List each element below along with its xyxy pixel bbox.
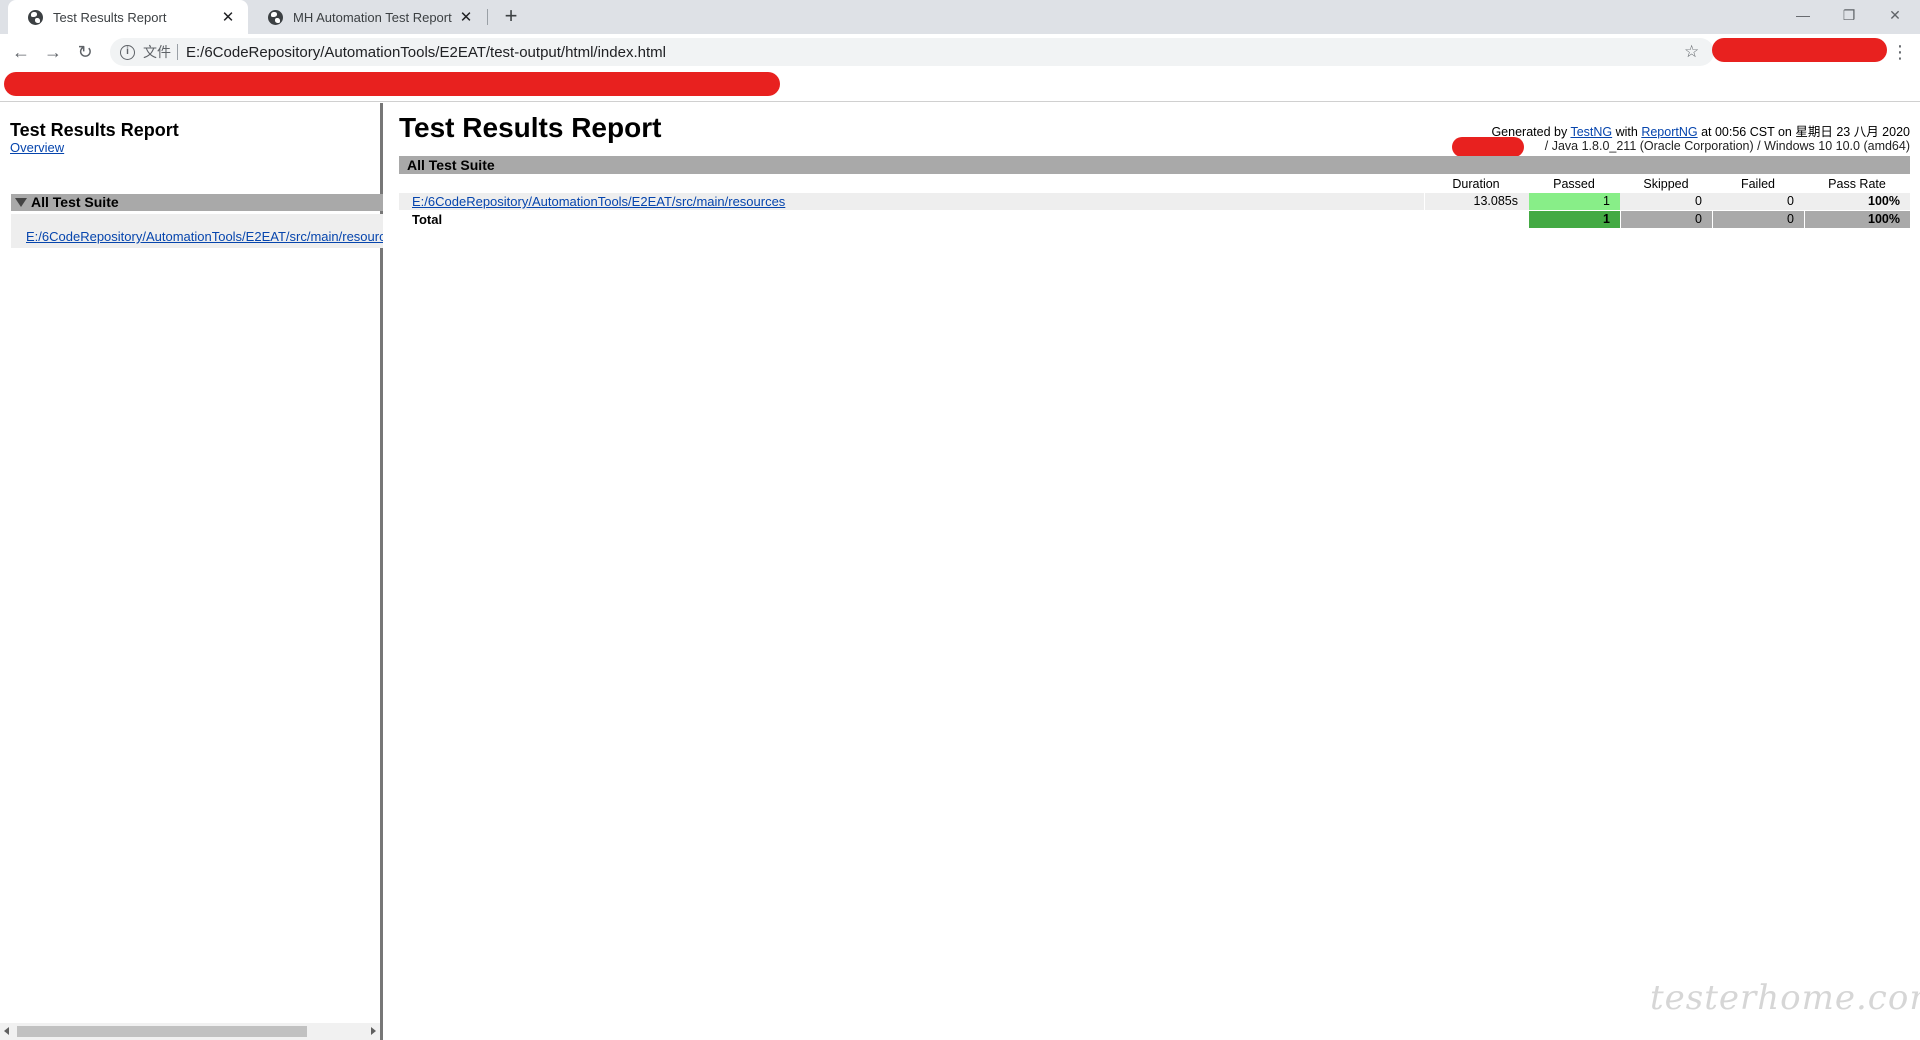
total-skipped-cell: 0 [1621,211,1712,228]
redaction-profile [1712,38,1887,62]
scrollbar-thumb[interactable] [17,1026,307,1037]
minimize-icon[interactable]: — [1780,0,1826,30]
restore-icon[interactable]: ❐ [1826,0,1872,30]
expand-triangle-icon[interactable] [15,198,27,207]
column-pass-rate: Pass Rate [1828,177,1886,191]
tab-strip: Test Results Report ✕ MH Automation Test… [0,0,1920,34]
skipped-cell: 0 [1621,193,1712,210]
tab-mh-automation-test-report[interactable]: MH Automation Test Report ✕ [248,0,486,34]
close-icon[interactable]: ✕ [458,8,474,26]
url-text[interactable]: E:/6CodeRepository/AutomationTools/E2EAT… [186,44,1684,61]
column-failed: Failed [1740,177,1776,191]
star-icon[interactable]: ☆ [1684,42,1708,62]
duration-cell: 13.085s [1424,193,1528,210]
column-passed: Passed [1553,177,1595,191]
generated-suffix: at 00:56 CST on 星期日 23 八月 2020 [1697,125,1910,139]
reportng-link[interactable]: ReportNG [1641,125,1697,139]
address-bar[interactable]: i 文件 E:/6CodeRepository/AutomationTools/… [110,38,1714,66]
horizontal-scrollbar[interactable] [0,1023,380,1040]
back-icon[interactable]: ← [8,39,34,65]
redaction-user [1452,137,1524,157]
reload-icon[interactable]: ↻ [72,39,98,65]
suite-item-link[interactable]: E:/6CodeRepository/AutomationTools/E2EAT… [26,229,383,244]
browser-toolbar: ← → ↻ i 文件 E:/6CodeRepository/Automation… [0,34,1920,70]
suite-name: All Test Suite [31,194,119,210]
with-text: with [1612,125,1642,139]
page-title: Test Results Report [399,112,662,143]
test-link[interactable]: E:/6CodeRepository/AutomationTools/E2EAT… [412,193,785,210]
new-tab-button[interactable]: + [498,4,524,30]
total-pass-rate-cell: 100% [1805,211,1910,228]
globe-icon [28,9,43,25]
total-failed-cell: 0 [1713,211,1804,228]
scheme-label: 文件 [143,44,171,60]
menu-icon[interactable]: ⋮ [1890,39,1910,65]
omnibox-divider [177,44,178,60]
tab-title: MH Automation Test Report [293,9,452,25]
suite-title-bar: All Test Suite [399,156,1910,174]
environment-info: / Java 1.8.0_211 (Oracle Corporation) / … [1544,139,1910,153]
overview-link[interactable]: Overview [10,140,64,155]
scroll-left-icon[interactable] [4,1027,9,1035]
tab-title: Test Results Report [53,9,167,25]
watermark: testerhome.com [1650,978,1920,1018]
total-label: Total [412,212,443,227]
redaction-bookmarks [4,72,780,96]
forward-icon[interactable]: → [40,39,66,65]
suite-header[interactable]: All Test Suite [11,194,383,211]
navigation-frame: Test Results Report Overview All Test Su… [0,103,383,1040]
scroll-right-icon[interactable] [371,1027,376,1035]
failed-cell: 0 [1713,193,1804,210]
info-icon[interactable]: i [120,44,135,60]
tab-test-results-report[interactable]: Test Results Report ✕ [8,0,248,34]
sidebar-title: Test Results Report [10,120,179,140]
total-passed-cell: 1 [1529,211,1620,228]
passed-cell: 1 [1529,193,1620,210]
globe-icon [268,9,283,25]
column-skipped: Skipped [1643,177,1689,191]
testng-link[interactable]: TestNG [1570,125,1612,139]
window-close-icon[interactable]: ✕ [1872,0,1918,30]
column-duration: Duration [1452,177,1500,191]
generated-info: Generated by TestNG with ReportNG at 00:… [1491,121,1910,140]
close-icon[interactable]: ✕ [220,8,236,26]
tab-separator [487,9,488,25]
pass-rate-cell: 100% [1805,193,1910,210]
